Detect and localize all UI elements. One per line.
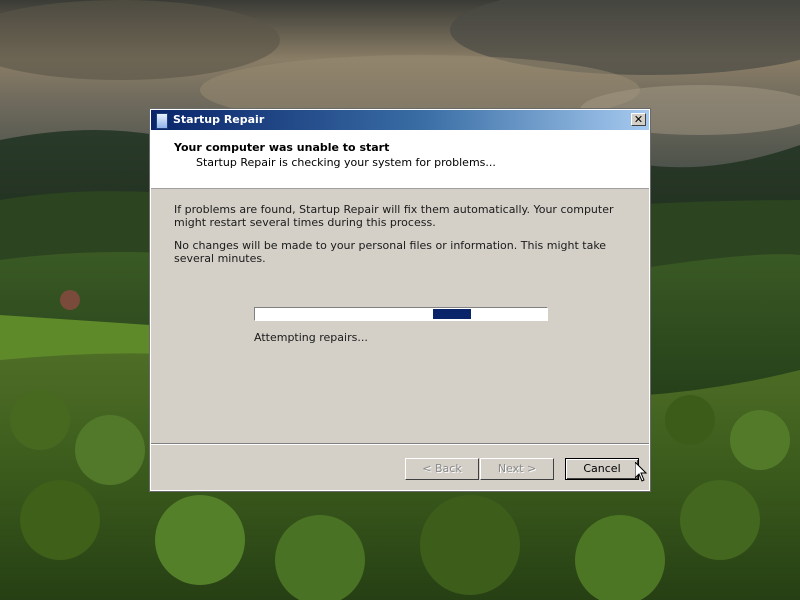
window-title: Startup Repair — [173, 113, 265, 126]
header-title: Your computer was unable to start — [174, 141, 390, 154]
header-panel: Your computer was unable to start Startu… — [151, 130, 649, 189]
title-bar[interactable]: Startup Repair ✕ — [151, 110, 649, 130]
next-button[interactable]: Next > — [480, 458, 554, 480]
header-subtitle: Startup Repair is checking your system f… — [196, 156, 496, 169]
info-paragraph-1: If problems are found, Startup Repair wi… — [174, 203, 614, 229]
desktop-background: Startup Repair ✕ Your computer was unabl… — [0, 0, 800, 600]
cancel-button[interactable]: Cancel — [565, 458, 639, 480]
repair-progress-bar — [254, 307, 548, 321]
progress-marquee-chunk — [433, 309, 471, 319]
button-separator — [151, 443, 649, 445]
mouse-pointer-icon — [635, 462, 647, 482]
progress-status-text: Attempting repairs... — [254, 331, 368, 344]
startup-repair-dialog: Startup Repair ✕ Your computer was unabl… — [149, 108, 651, 492]
back-button[interactable]: < Back — [405, 458, 479, 480]
close-button[interactable]: ✕ — [631, 113, 646, 126]
startup-repair-icon — [156, 113, 168, 129]
close-icon: ✕ — [633, 113, 644, 126]
info-paragraph-2: No changes will be made to your personal… — [174, 239, 607, 265]
